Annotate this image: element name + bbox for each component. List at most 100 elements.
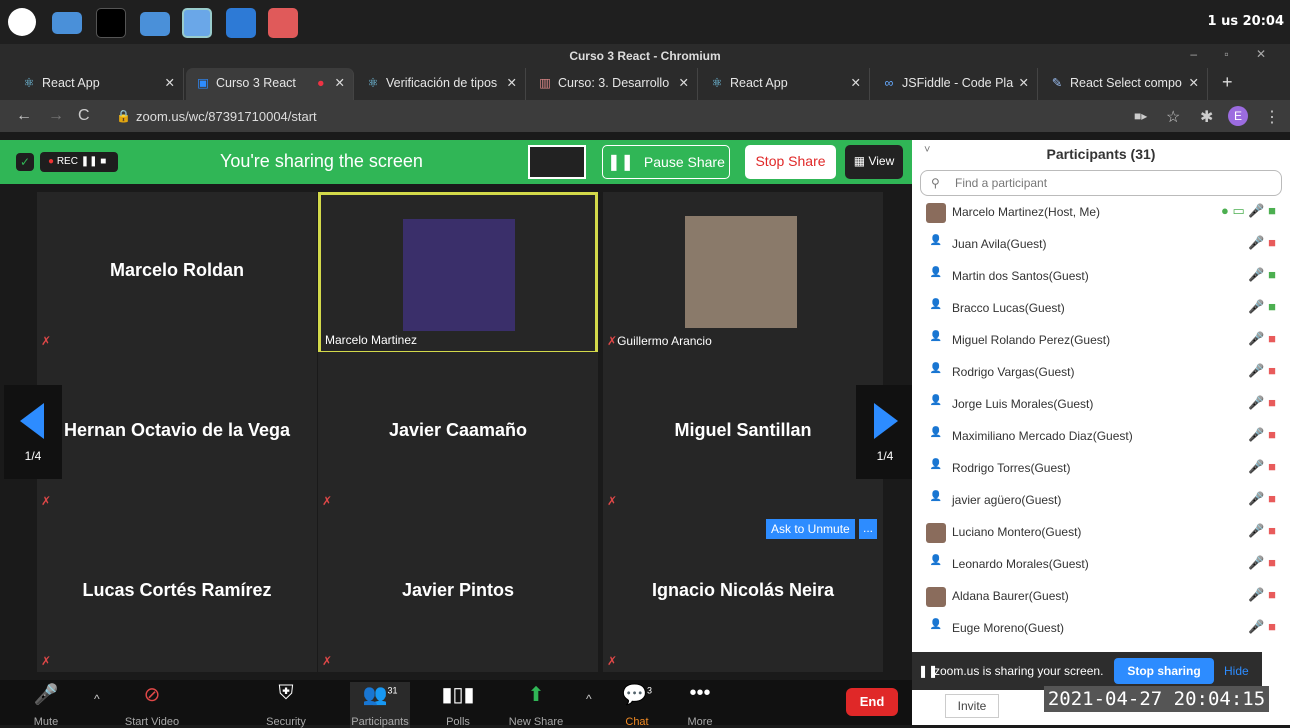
participant-tile[interactable]: ✗Guillermo Arancio [603, 192, 883, 352]
close-icon[interactable]: ✕ [1189, 68, 1199, 98]
meeting-toolbar: 🎤 Mute ^ ⊘ Start Video ⛨ Security 👥31 Partic… [0, 680, 912, 728]
tab-react-app-2[interactable]: ⚛ React App ✕ [700, 68, 870, 100]
tab-curso-desarrollo[interactable]: ▥ Curso: 3. Desarrollo ✕ [528, 68, 698, 100]
tile-more-button[interactable]: ... [859, 519, 877, 539]
url-field[interactable]: zoom.us/wc/87391710004/start [136, 109, 317, 124]
arrow-left-icon [20, 403, 44, 439]
default-avatar-icon: 👤 [929, 363, 943, 374]
pause-share-button[interactable]: ❚❚ Pause Share [602, 145, 730, 179]
default-avatar-icon: 👤 [929, 299, 943, 310]
default-avatar-icon: 👤 [929, 331, 943, 342]
recording-timestamp: 2021-04-27 20:04:15 [1044, 686, 1269, 712]
mute-button[interactable]: 🎤 Mute [6, 682, 86, 728]
participant-row[interactable]: 👤 Martin dos Santos(Guest) 🎤 ■ [912, 261, 1290, 293]
tab-jsfiddle[interactable]: ∞ JSFiddle - Code Pla ✕ [872, 68, 1038, 100]
participant-row[interactable]: Luciano Montero(Guest) 🎤 ■ [912, 517, 1290, 549]
security-button[interactable]: ⛨ Security [246, 682, 326, 728]
participant-tile[interactable]: Ignacio Nicolás Neira ✗ Ask to Unmute ..… [603, 512, 883, 672]
participant-row[interactable]: 👤 Jorge Luis Morales(Guest) 🎤 ■ [912, 389, 1290, 421]
close-icon[interactable]: ✕ [507, 68, 517, 98]
participant-tile-active[interactable]: Marcelo Martinez [318, 192, 598, 354]
share-options-chevron-icon[interactable]: ^ [586, 692, 592, 706]
reload-button[interactable]: C [78, 107, 90, 125]
stop-sharing-button[interactable]: Stop sharing [1114, 658, 1214, 684]
stop-share-button[interactable]: Stop Share [745, 145, 836, 179]
video-gallery: Marcelo Roldan ✗ Marcelo Martinez ✗Guill… [0, 184, 912, 680]
camera-icon[interactable]: ■▸ [1134, 109, 1147, 123]
participant-tile[interactable]: Javier Pintos ✗ [318, 512, 598, 672]
participant-row[interactable]: 👤 javier agüero(Guest) 🎤 ■ [912, 485, 1290, 517]
participant-name: Leonardo Morales(Guest) [952, 557, 1089, 571]
close-icon[interactable]: ✕ [851, 68, 861, 98]
ask-to-unmute-button[interactable]: Ask to Unmute [766, 519, 855, 539]
participant-row[interactable]: 👤 Rodrigo Vargas(Guest) 🎤 ■ [912, 357, 1290, 389]
new-share-button[interactable]: ⬆ New Share [496, 682, 576, 728]
tab-curso-3-react[interactable]: ▣ Curso 3 React ● ✕ [186, 68, 354, 100]
mic-camera-status-icon: 🎤 ■ [1248, 555, 1276, 570]
more-button[interactable]: ••• More [660, 682, 740, 728]
close-icon[interactable]: ✕ [679, 68, 689, 98]
end-meeting-button[interactable]: End [846, 688, 898, 716]
glasses-app-icon[interactable] [268, 8, 298, 38]
audio-options-chevron-icon[interactable]: ^ [94, 692, 100, 706]
view-button[interactable]: ▦ View [845, 145, 903, 179]
rec-dot-icon: ● [48, 156, 57, 167]
avatar [926, 203, 946, 223]
react-icon: ⚛ [23, 76, 35, 90]
system-tray[interactable]: 1 us 20:04 [1208, 14, 1284, 29]
prev-page-button[interactable]: 1/4 [4, 385, 62, 479]
mic-camera-status-icon: 🎤 ■ [1248, 267, 1276, 282]
window-controls[interactable]: – ▫ ✕ [1190, 47, 1278, 61]
vscode-icon[interactable] [226, 8, 256, 38]
participant-tile[interactable]: Hernan Octavio de la Vega ✗ [37, 352, 317, 512]
participant-search-input[interactable]: ⚲ Find a participant [920, 170, 1282, 196]
folder-icon[interactable] [140, 12, 170, 36]
invite-button[interactable]: Invite [945, 694, 999, 718]
back-button[interactable]: ← [16, 107, 32, 125]
participant-row[interactable]: Marcelo Martinez(Host, Me) ● ▭ 🎤 ■ [912, 197, 1290, 229]
participant-tile[interactable]: Lucas Cortés Ramírez ✗ [37, 512, 317, 672]
recording-indicator[interactable]: ● REC ❚❚ ■ [40, 152, 118, 172]
next-page-button[interactable]: 1/4 [856, 385, 914, 479]
close-icon[interactable]: ● ✕ [317, 68, 345, 98]
participant-row[interactable]: 👤 Rodrigo Torres(Guest) 🎤 ■ [912, 453, 1290, 485]
tab-react-select[interactable]: ✎ React Select compo ✕ [1040, 68, 1208, 100]
shield-icon[interactable]: ✓ [16, 153, 34, 171]
participant-tile[interactable]: Marcelo Roldan ✗ [37, 192, 317, 352]
polls-button[interactable]: ▮▯▮ Polls [418, 682, 498, 728]
bookmark-star-icon[interactable]: ☆ [1166, 107, 1180, 127]
mic-camera-status-icon: 🎤 ■ [1248, 491, 1276, 506]
chromium-icon[interactable] [182, 8, 212, 38]
profile-avatar[interactable]: E [1228, 106, 1248, 126]
terminal-icon[interactable] [96, 8, 126, 38]
participant-tile[interactable]: Miguel Santillan ✗ [603, 352, 883, 512]
start-video-button[interactable]: ⊘ Start Video [112, 682, 192, 728]
participant-row[interactable]: 👤 Maximiliano Mercado Diaz(Guest) 🎤 ■ [912, 421, 1290, 453]
mic-muted-icon: ✗ [322, 494, 333, 508]
menu-icon[interactable]: ⋮ [1264, 107, 1280, 127]
close-icon[interactable]: ✕ [165, 68, 175, 98]
files-icon[interactable] [52, 12, 82, 34]
participant-row[interactable]: 👤 Bracco Lucas(Guest) 🎤 ■ [912, 293, 1290, 325]
close-icon[interactable]: ✕ [1019, 68, 1029, 98]
window-title: Curso 3 React - Chromium [0, 44, 1290, 68]
participant-name: Martin dos Santos(Guest) [952, 269, 1089, 283]
mint-menu-icon[interactable] [8, 8, 36, 36]
new-tab-button[interactable]: + [1222, 72, 1233, 93]
participant-row[interactable]: Aldana Baurer(Guest) 🎤 ■ [912, 581, 1290, 613]
participant-row[interactable]: 👤 Miguel Rolando Perez(Guest) 🎤 ■ [912, 325, 1290, 357]
extensions-icon[interactable]: ✱ [1200, 107, 1213, 127]
participant-row[interactable]: 👤 Leonardo Morales(Guest) 🎤 ■ [912, 549, 1290, 581]
participant-row[interactable]: 👤 Juan Avila(Guest) 🎤 ■ [912, 229, 1290, 261]
participant-tile[interactable]: Javier Caamaño ✗ [318, 352, 598, 512]
forward-button[interactable]: → [48, 107, 64, 125]
tab-verificacion[interactable]: ⚛ Verificación de tipos ✕ [356, 68, 526, 100]
hide-button[interactable]: Hide [1224, 664, 1249, 678]
os-taskbar: 1 us 20:04 [0, 0, 1290, 44]
avatar [926, 587, 946, 607]
participant-row[interactable]: 👤 Euge Moreno(Guest) 🎤 ■ [912, 613, 1290, 645]
participants-button[interactable]: 👥31 Participants [350, 682, 410, 728]
mic-camera-status-icon: 🎤 ■ [1248, 427, 1276, 442]
participant-video [685, 216, 797, 328]
tab-react-app[interactable]: ⚛ React App ✕ [12, 68, 184, 100]
